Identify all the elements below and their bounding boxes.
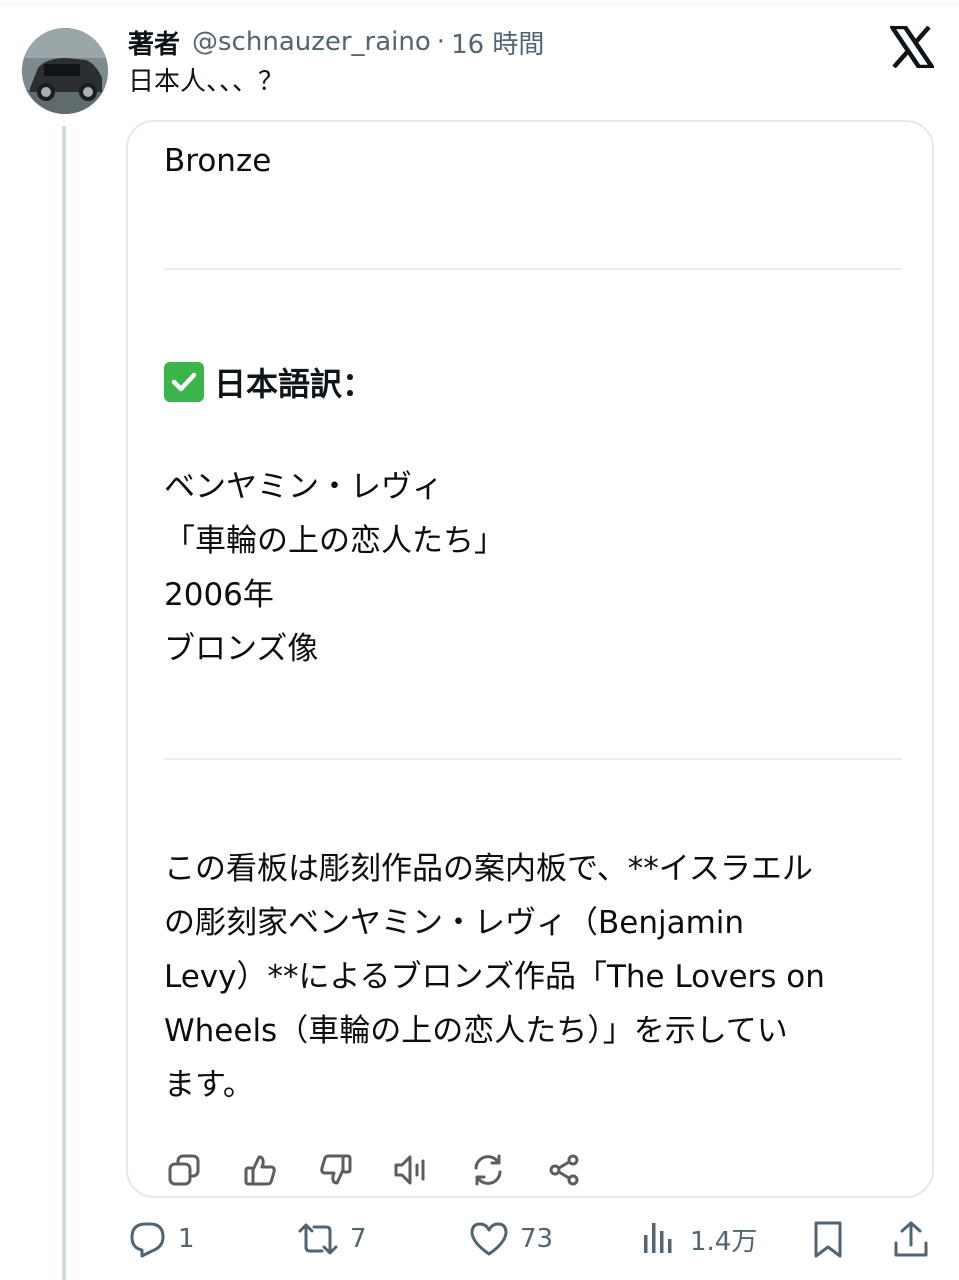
analytics-icon (644, 1223, 672, 1253)
share-button[interactable] (892, 1216, 930, 1262)
repost-count: 7 (350, 1224, 367, 1254)
avatar-image (22, 28, 108, 114)
thumbs-up-icon[interactable] (240, 1150, 280, 1190)
card-line-bronze: Bronze (164, 143, 272, 179)
reply-count: 1 (178, 1224, 195, 1254)
like-count: 73 (520, 1224, 554, 1254)
upload-share-icon (894, 1221, 928, 1257)
top-divider (0, 3, 959, 4)
reply-button[interactable]: 1 (128, 1216, 195, 1262)
bookmark-icon (814, 1221, 842, 1258)
card-divider (164, 758, 902, 760)
translation-line: 2006年 (164, 577, 274, 613)
avatar[interactable] (22, 28, 108, 114)
view-count: 1.4万 (690, 1226, 758, 1257)
speaker-icon[interactable] (392, 1150, 432, 1190)
thread-line (62, 126, 66, 1280)
reply-icon (130, 1222, 165, 1258)
user-handle[interactable]: @schnauzer_raino (192, 27, 431, 57)
translation-line: ベンヤミン・レヴィ (164, 469, 443, 505)
paragraph-line: の彫刻家ベンヤミン・レヴィ（Benjamin (164, 905, 745, 941)
paragraph-line: Wheels（車輪の上の恋人たち）」を示してい (164, 1013, 788, 1049)
repost-icon (298, 1223, 338, 1255)
x-logo-icon[interactable] (890, 26, 934, 68)
card-action-bar (164, 1148, 584, 1192)
post-action-bar: 1 7 73 1.4万 (128, 1216, 938, 1262)
paragraph-line: Levy）**によるブロンズ作品「The Lovers on (164, 959, 825, 995)
post-header: 著者 @schnauzer_raino · 16 時間 (128, 24, 544, 60)
heading-text: 日本語訳： (214, 365, 375, 403)
translation-line: ブロンズ像 (164, 631, 319, 667)
translation-heading: 日本語訳： (164, 360, 374, 404)
check-mark-icon (164, 362, 204, 402)
embedded-answer-card: Bronze 日本語訳： ベンヤミン・レヴィ 「車輪の上の恋人たち」 2006年… (126, 120, 934, 1198)
translation-line: 「車輪の上の恋人たち」 (164, 523, 505, 559)
like-button[interactable]: 73 (468, 1216, 553, 1262)
display-name[interactable]: 著者 (128, 24, 180, 61)
thumbs-down-icon[interactable] (316, 1150, 356, 1190)
bookmark-button[interactable] (810, 1216, 846, 1262)
copy-icon[interactable] (164, 1150, 204, 1190)
post-time[interactable]: 16 時間 (451, 24, 544, 61)
regenerate-icon[interactable] (468, 1150, 508, 1190)
repost-button[interactable]: 7 (296, 1216, 367, 1262)
heart-icon (470, 1222, 508, 1256)
paragraph-line: ます。 (164, 1067, 254, 1103)
separator-dot: · (436, 27, 446, 57)
paragraph-line: この看板は彫刻作品の案内板で、**イスラエル (164, 851, 813, 887)
post-text: 日本人、、、？ (128, 67, 285, 97)
views-button[interactable]: 1.4万 (640, 1216, 757, 1262)
share-icon[interactable] (544, 1150, 584, 1190)
card-divider (164, 268, 902, 270)
